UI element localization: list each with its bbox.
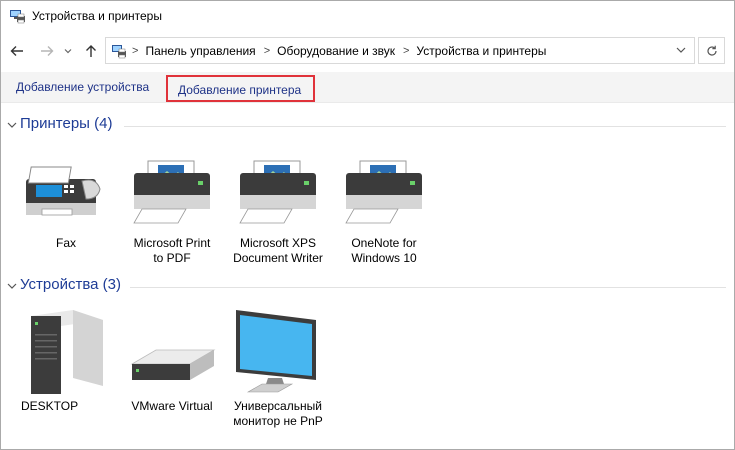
arrow-up-icon xyxy=(86,45,96,57)
command-bar: Добавление устройства Добавление принтер… xyxy=(1,72,734,103)
external-drive-icon xyxy=(130,349,216,380)
fax-icon xyxy=(26,166,101,216)
devices-and-printers-window: Устройства и принтеры > Панель управлени… xyxy=(0,0,735,450)
devices-printers-location-icon xyxy=(112,45,126,59)
add-printer-button[interactable]: Добавление принтера xyxy=(166,75,315,102)
printer-icon xyxy=(133,160,210,224)
printer-label-line1: Microsoft XPS xyxy=(239,236,317,250)
arrow-right-icon xyxy=(41,46,54,56)
up-button[interactable] xyxy=(81,41,101,61)
group-divider xyxy=(124,126,726,127)
breadcrumb: > Панель управления > Оборудование и зву… xyxy=(132,38,554,63)
add-device-button[interactable]: Добавление устройства xyxy=(16,80,149,94)
collapse-chevron-icon[interactable] xyxy=(6,280,18,292)
monitor-icon xyxy=(236,310,316,393)
window-title: Устройства и принтеры xyxy=(32,9,162,23)
address-bar[interactable]: > Панель управления > Оборудование и зву… xyxy=(105,37,695,64)
device-item-vmware-virtual[interactable]: VMware Virtual xyxy=(122,306,222,416)
breadcrumb-hardware-sound[interactable]: Оборудование и звук xyxy=(277,44,395,58)
device-item-desktop[interactable]: DESKTOP xyxy=(17,306,117,416)
arrow-left-icon xyxy=(10,46,23,56)
navigation-bar: > Панель управления > Оборудование и зву… xyxy=(1,33,734,69)
chevron-down-icon xyxy=(64,49,72,54)
device-label-line1: Универсальный xyxy=(234,399,322,413)
devices-group-header[interactable]: Устройства (3) xyxy=(1,276,734,298)
printer-label-fax: Fax xyxy=(55,236,76,250)
breadcrumb-separator-icon[interactable]: > xyxy=(403,45,409,57)
printer-label-line2: to PDF xyxy=(153,251,191,265)
device-label-desktop: DESKTOP xyxy=(21,399,79,413)
refresh-icon xyxy=(706,45,717,56)
printer-icon xyxy=(239,160,316,224)
computer-tower-icon xyxy=(31,310,103,394)
printer-label-line1: OneNote for xyxy=(351,236,417,250)
refresh-button[interactable] xyxy=(698,37,725,64)
device-label-line2: монитор не PnP xyxy=(233,414,323,428)
printer-item-ms-print-pdf[interactable]: Microsoft Print to PDF xyxy=(122,151,222,271)
group-divider xyxy=(130,287,726,288)
device-item-generic-monitor[interactable]: Универсальный монитор не PnP xyxy=(228,306,328,431)
printer-label-line1: Microsoft Print xyxy=(133,236,211,250)
device-label-vmware-virtual: VMware Virtual xyxy=(131,399,213,413)
recent-locations-button[interactable] xyxy=(61,41,75,61)
collapse-chevron-icon[interactable] xyxy=(6,119,18,131)
forward-button[interactable] xyxy=(37,41,57,61)
breadcrumb-control-panel[interactable]: Панель управления xyxy=(145,44,255,58)
back-button[interactable] xyxy=(7,41,27,61)
devices-group-title: Устройства (3) xyxy=(20,276,121,293)
breadcrumb-separator-icon[interactable]: > xyxy=(132,45,138,57)
printer-item-onenote[interactable]: OneNote for Windows 10 xyxy=(334,151,434,271)
printer-label-line2: Document Writer xyxy=(233,251,323,265)
title-bar: Устройства и принтеры xyxy=(1,1,734,32)
breadcrumb-devices-printers[interactable]: Устройства и принтеры xyxy=(416,44,546,58)
devices-printers-app-icon xyxy=(10,10,25,24)
printers-group-title: Принтеры (4) xyxy=(20,115,113,132)
printer-icon xyxy=(345,160,422,224)
printers-group-header[interactable]: Принтеры (4) xyxy=(1,115,734,137)
add-printer-label: Добавление принтера xyxy=(178,83,302,97)
printer-label-line2: Windows 10 xyxy=(351,251,417,265)
printer-item-ms-xps[interactable]: Microsoft XPS Document Writer xyxy=(228,151,328,271)
printer-item-fax[interactable]: Fax xyxy=(16,151,116,261)
breadcrumb-separator-icon[interactable]: > xyxy=(264,45,270,57)
address-history-dropdown-icon[interactable] xyxy=(674,43,688,57)
